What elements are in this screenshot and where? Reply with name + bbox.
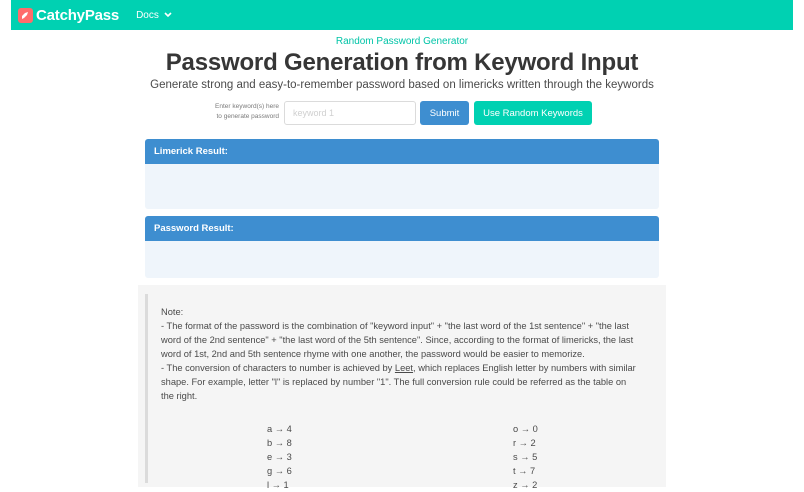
leet-row: b → 8 r → 2 xyxy=(161,436,641,450)
note-paragraph-leet: - The conversion of characters to number… xyxy=(161,361,641,403)
leet-rule: a → 4 xyxy=(267,424,292,434)
chevron-down-icon xyxy=(164,12,172,18)
leet-rule: o → 0 xyxy=(513,424,538,434)
note-border xyxy=(145,294,148,483)
docs-label: Docs xyxy=(136,9,159,21)
leet-rule: g → 6 xyxy=(267,466,292,476)
leet-rule: e → 3 xyxy=(267,452,292,462)
leet-link[interactable]: Leet xyxy=(395,363,413,373)
leet-rule: s → 5 xyxy=(513,452,538,462)
page-kicker: Random Password Generator xyxy=(335,36,469,47)
password-result-header: Password Result: xyxy=(145,216,659,241)
password-result-panel: Password Result: xyxy=(145,216,659,278)
brand-name: CatchyPass xyxy=(36,6,120,24)
leet-table: a → 4 o → 0 b → 8 r → 2 e → 3 s → 5 g → … xyxy=(161,422,641,492)
brand[interactable]: CatchyPass xyxy=(18,7,119,24)
password-result-body xyxy=(145,241,659,278)
leet-row: e → 3 s → 5 xyxy=(161,450,641,464)
note-heading: Note: xyxy=(161,307,184,317)
leet-row: g → 6 t → 7 xyxy=(161,464,641,478)
note-content: Note: - The format of the password is th… xyxy=(161,305,641,490)
limerick-result-panel: Limerick Result: xyxy=(145,139,659,209)
logo-icon xyxy=(18,7,33,23)
keyword-label-line1: Enter keyword(s) here xyxy=(215,103,279,110)
keyword-label-line2: to generate password xyxy=(216,113,279,120)
leet-rule: t → 7 xyxy=(513,466,536,476)
keyword-form: Enter keyword(s) here to generate passwo… xyxy=(0,101,804,125)
keyword-input[interactable] xyxy=(284,101,416,125)
navbar: CatchyPass Docs xyxy=(11,0,793,30)
random-keywords-button[interactable]: Use Random Keywords xyxy=(474,101,592,125)
keyword-label: Enter keyword(s) here to generate passwo… xyxy=(186,102,279,122)
page-subtitle: Generate strong and easy-to-remember pas… xyxy=(150,79,654,91)
note-leet-before: - The conversion of characters to number… xyxy=(161,363,395,373)
note-blockquote: Note: - The format of the password is th… xyxy=(138,285,666,490)
limerick-result-header: Limerick Result: xyxy=(145,139,659,164)
leet-rule: r → 2 xyxy=(513,438,536,448)
limerick-result-body xyxy=(145,164,659,209)
submit-button[interactable]: Submit xyxy=(420,101,469,125)
leet-row: l → 1 z → 2 xyxy=(161,478,641,492)
leet-rule: z → 2 xyxy=(513,480,538,490)
leet-rule: l → 1 xyxy=(267,480,289,490)
docs-menu[interactable]: Docs xyxy=(136,10,172,21)
page-title: Password Generation from Keyword Input xyxy=(165,49,639,76)
note-paragraph-format: - The format of the password is the comb… xyxy=(161,321,634,359)
leet-row: a → 4 o → 0 xyxy=(161,422,641,436)
leet-rule: b → 8 xyxy=(267,438,292,448)
